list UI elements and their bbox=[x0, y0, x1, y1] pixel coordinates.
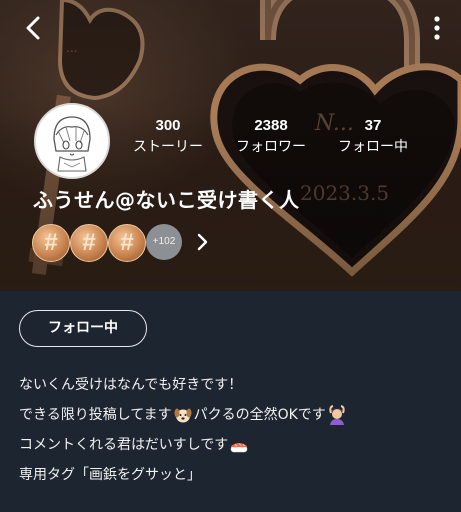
woman-gesturing-ok-emoji bbox=[329, 405, 345, 425]
more-vertical-icon bbox=[434, 16, 440, 40]
back-button[interactable] bbox=[18, 12, 50, 44]
bio-line: 専用タグ「画鋲をグサッと」 bbox=[19, 460, 348, 490]
hashtag-badge-label: # bbox=[120, 229, 134, 256]
chevron-right-icon bbox=[197, 233, 208, 251]
bio-line: コメントくれる君はだいすしです bbox=[19, 430, 348, 460]
stat-following-count: 37 bbox=[364, 117, 382, 134]
stat-followers-count: 2388 bbox=[254, 117, 288, 134]
stat-following[interactable]: 37 フォロー中 bbox=[330, 116, 416, 158]
stat-stories[interactable]: 300 ストーリー bbox=[128, 116, 208, 158]
hashtag-badge[interactable]: # bbox=[70, 224, 108, 262]
following-button[interactable]: フォロー中 bbox=[19, 310, 147, 347]
bio-text: コメントくれる君はだいすしです bbox=[19, 437, 229, 453]
hashtag-badge[interactable]: # bbox=[108, 224, 146, 262]
avatar[interactable] bbox=[34, 103, 110, 179]
bio-text: 専用タグ「画鋲をグサッと」 bbox=[19, 467, 201, 483]
dog-face-emoji bbox=[174, 408, 192, 423]
stat-followers[interactable]: 2388 フォロワー bbox=[228, 116, 314, 158]
stat-following-label: フォロー中 bbox=[338, 139, 408, 155]
bio-text: パクるの全然OKです bbox=[193, 407, 326, 423]
badges-expand-button[interactable] bbox=[192, 232, 212, 252]
sushi-emoji bbox=[231, 443, 248, 453]
more-options-button[interactable] bbox=[427, 14, 447, 42]
hashtag-badge-label: # bbox=[82, 229, 96, 256]
bio-line: ないくん受けはなんでも好きです！ bbox=[19, 370, 348, 400]
hashtag-badge-label: # bbox=[44, 229, 58, 256]
bio-text: ないくん受けはなんでも好きです！ bbox=[19, 377, 243, 393]
stat-stories-label: ストーリー bbox=[133, 139, 203, 155]
bio-line: できる限り投稿してます パクるの全然OKです bbox=[19, 400, 348, 430]
profile-bio: ないくん受けはなんでも好きです！ できる限り投稿してます パクるの全然OKです … bbox=[19, 370, 348, 490]
anime-character-avatar bbox=[36, 105, 108, 177]
hashtag-badge[interactable]: # bbox=[32, 224, 70, 262]
chevron-left-icon bbox=[26, 16, 40, 40]
more-badges-count[interactable]: +102 bbox=[146, 224, 182, 260]
stat-stories-count: 300 bbox=[155, 117, 181, 134]
bio-text: できる限り投稿してます bbox=[19, 407, 172, 423]
stat-followers-label: フォロワー bbox=[236, 139, 306, 155]
username: ふうせん@ないこ受け書く人 bbox=[33, 188, 300, 212]
